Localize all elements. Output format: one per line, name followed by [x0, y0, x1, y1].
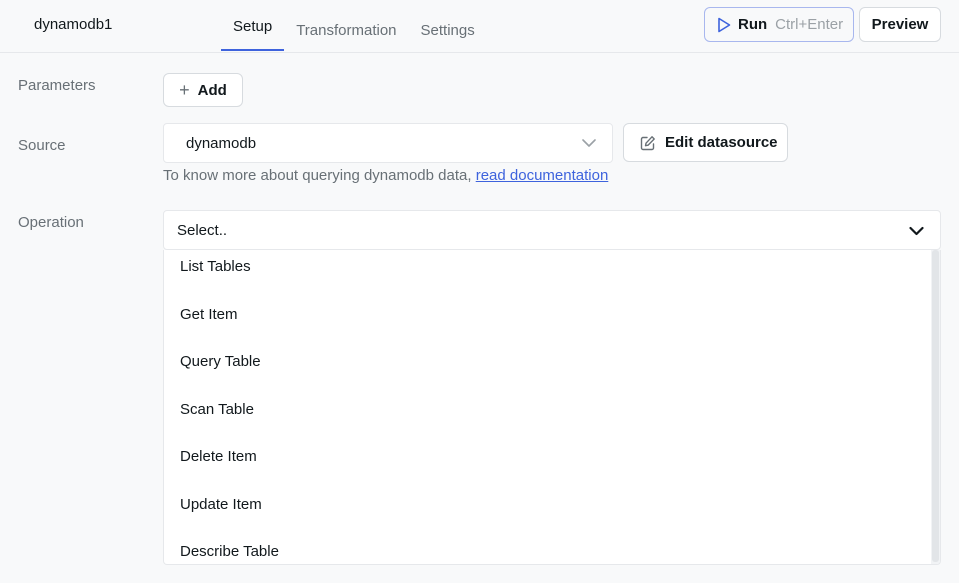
source-label: Source [18, 137, 66, 154]
operation-option-describe-table[interactable]: Describe Table [164, 531, 932, 564]
operation-select[interactable]: Select.. [163, 210, 941, 250]
operation-option-update-item[interactable]: Update Item [164, 484, 932, 524]
run-label: Run [738, 16, 768, 33]
documentation-text: To know more about querying dynamodb dat… [163, 167, 476, 184]
plus-icon: + [179, 80, 190, 100]
query-header: dynamodb1 Setup Transformation Settings … [0, 0, 959, 53]
chevron-down-icon [909, 226, 924, 236]
query-tabs: Setup Transformation Settings [221, 0, 487, 53]
operation-label: Operation [18, 214, 84, 231]
edit-icon [640, 135, 655, 150]
source-select[interactable]: dynamodb [163, 123, 613, 163]
operation-option-get-item[interactable]: Get Item [164, 294, 932, 334]
tab-settings[interactable]: Settings [409, 4, 487, 56]
operation-option-list-tables[interactable]: List Tables [164, 250, 932, 286]
play-icon [718, 17, 731, 32]
query-name[interactable]: dynamodb1 [34, 16, 112, 33]
source-value: dynamodb [186, 134, 257, 152]
operation-menu-scroll-thumb[interactable] [932, 250, 939, 562]
operation-option-scan-table[interactable]: Scan Table [164, 389, 932, 429]
operation-placeholder: Select.. [177, 221, 228, 239]
documentation-hint: To know more about querying dynamodb dat… [163, 167, 608, 184]
operation-menu-scrollbar[interactable] [931, 250, 940, 564]
documentation-link[interactable]: read documentation [476, 167, 609, 184]
edit-datasource-button[interactable]: Edit datasource [623, 123, 788, 162]
tab-setup[interactable]: Setup [221, 4, 285, 51]
operation-option-delete-item[interactable]: Delete Item [164, 436, 932, 476]
chevron-down-icon [582, 139, 596, 147]
operation-option-query-table[interactable]: Query Table [164, 341, 932, 381]
parameters-label: Parameters [18, 77, 96, 94]
add-parameter-button[interactable]: + Add [163, 73, 243, 107]
operation-menu: List Tables Get Item Query Table Scan Ta… [163, 250, 941, 565]
run-button[interactable]: Run Ctrl+Enter [704, 7, 854, 42]
run-shortcut: Ctrl+Enter [775, 16, 844, 33]
tab-transformation[interactable]: Transformation [284, 4, 408, 56]
query-editor: dynamodb1 Setup Transformation Settings … [0, 0, 959, 583]
add-parameter-label: Add [197, 81, 227, 99]
edit-datasource-label: Edit datasource [665, 134, 778, 151]
preview-button[interactable]: Preview [859, 7, 941, 42]
